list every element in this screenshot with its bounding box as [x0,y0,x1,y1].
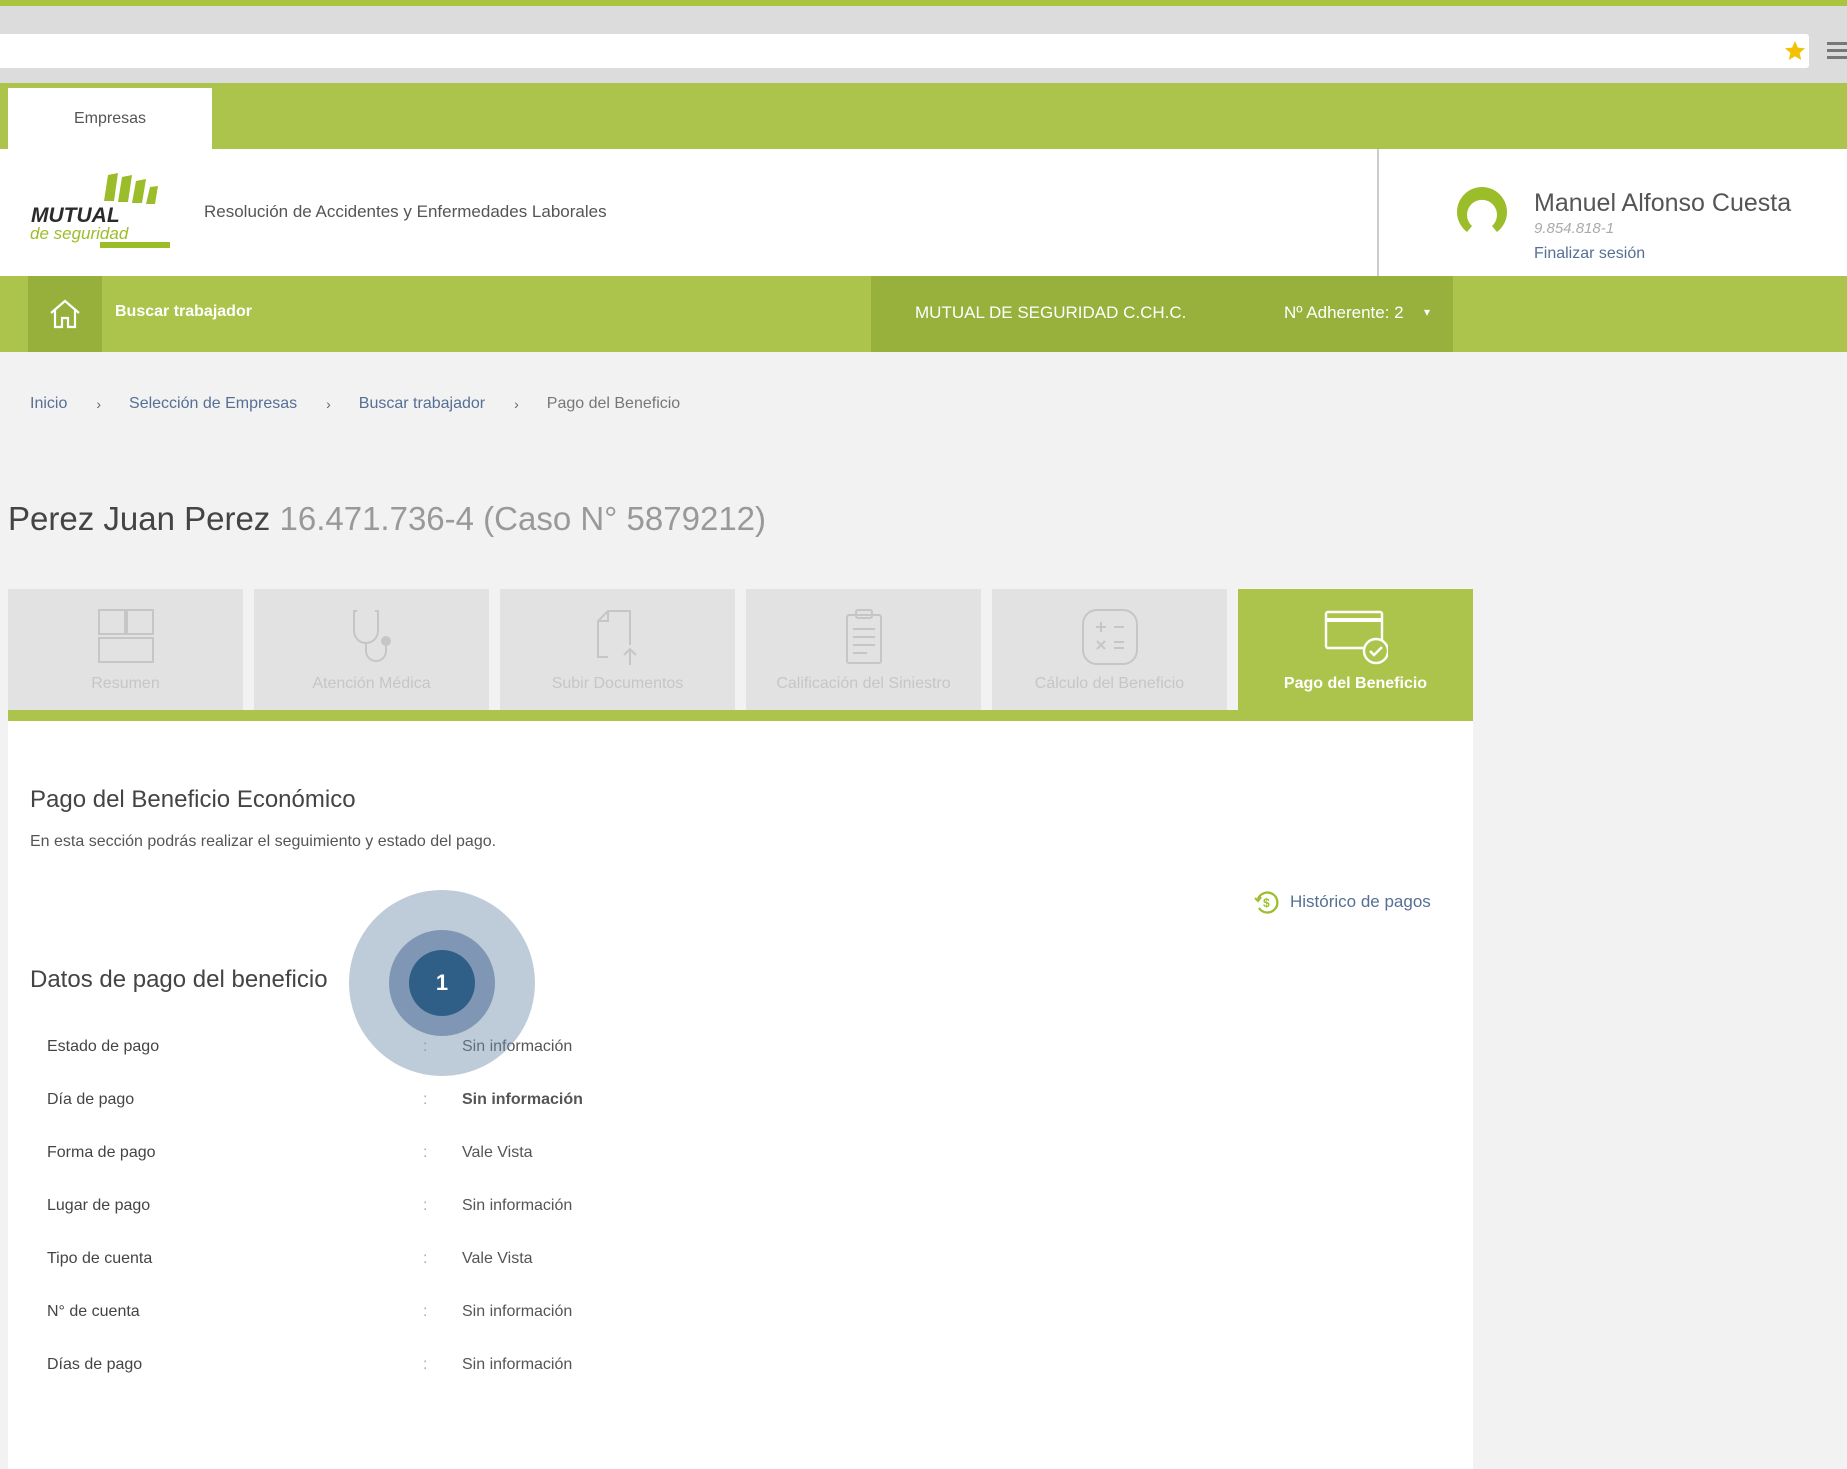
breadcrumb-separator: › [326,396,331,412]
row-key: Forma de pago [47,1144,156,1161]
main-navbar: Buscar trabajador MUTUAL DE SEGURIDAD C.… [0,276,1847,352]
table-row: Día de pago : Sin información [47,1091,747,1115]
payment-history-link[interactable]: $ Histórico de pagos [1254,889,1431,915]
step-tabs: Resumen Atención Médica Subir Documentos… [8,589,1473,721]
tab-label: Subir Documentos [551,675,684,692]
tab-atencion-medica[interactable]: Atención Médica [254,589,489,710]
table-row: Forma de pago : Vale Vista [47,1144,747,1168]
stethoscope-icon [352,610,391,662]
row-colon: : [423,1303,428,1320]
worker-details: 16.471.736-4 (Caso N° 5879212) [279,500,767,537]
breadcrumb: Inicio › Selección de Empresas › Buscar … [30,395,680,413]
row-key: N° de cuenta [47,1303,140,1320]
row-colon: : [423,1091,428,1108]
section-description: En esta sección podrás realizar el segui… [30,833,497,850]
calculator-icon [1081,609,1138,665]
document-upload-icon [596,610,637,665]
page-title: Perez Juan Perez 16.471.736-4 (Caso N° 5… [8,500,766,538]
dollar-history-icon: $ [1254,891,1279,914]
svg-text:$: $ [1263,896,1270,910]
tab-label: Resumen [91,675,160,692]
header-divider [1377,149,1379,276]
breadcrumb-inicio[interactable]: Inicio [30,395,67,413]
tabs-underline [8,710,1473,721]
address-bar[interactable] [0,34,1809,68]
row-value: Sin información [462,1091,583,1108]
browser-toolbar [0,6,1847,83]
app-title: Resolución de Accidentes y Enfermedades … [204,202,607,221]
app-header: MUTUAL de seguridad Resolución de Accide… [0,149,1847,276]
tab-pago-beneficio[interactable]: Pago del Beneficio [1238,589,1473,721]
tutorial-hotspot-marker[interactable]: 1 [409,950,475,1016]
row-colon: : [423,1250,428,1267]
tab-calculo-beneficio[interactable]: Cálculo del Beneficio [992,589,1227,710]
home-button[interactable] [28,276,102,352]
worker-name: Perez Juan Perez [8,500,271,537]
logout-link[interactable]: Finalizar sesión [1534,245,1645,263]
row-colon: : [423,1356,428,1373]
row-colon: : [423,1144,428,1161]
breadcrumb-current: Pago del Beneficio [546,395,681,412]
tab-subir-documentos[interactable]: Subir Documentos [500,589,735,710]
card-payment-icon [1324,610,1388,665]
tab-resumen[interactable]: Resumen [8,589,243,710]
table-row: N° de cuenta : Sin información [47,1303,747,1327]
top-tabs-band [0,83,1847,149]
clipboard-icon [845,609,882,664]
breadcrumb-buscar-trabajador[interactable]: Buscar trabajador [359,395,485,413]
table-row: Tipo de cuenta : Vale Vista [47,1250,747,1274]
home-icon [50,299,80,329]
nav-search-worker[interactable]: Buscar trabajador [115,303,252,321]
row-key: Día de pago [47,1091,135,1108]
tab-label: Atención Médica [312,675,431,692]
hamburger-menu-icon[interactable] [1827,42,1847,60]
row-value: Vale Vista [462,1250,533,1267]
user-rut: 9.854.818-1 [1534,220,1615,237]
row-colon: : [423,1197,428,1214]
section-title: Pago del Beneficio Económico [30,786,356,813]
row-value: Sin información [462,1303,573,1320]
adherente-dropdown[interactable]: Nº Adherente: 2 [1284,303,1404,323]
row-key: Tipo de cuenta [47,1250,153,1267]
tab-label: Cálculo del Beneficio [1034,675,1185,692]
row-key: Días de pago [47,1356,143,1373]
breadcrumb-seleccion-empresas[interactable]: Selección de Empresas [129,395,297,413]
row-value: Sin información [462,1197,573,1214]
company-selector[interactable]: MUTUAL DE SEGURIDAD C.CH.C. Nº Adherente… [871,276,1453,352]
row-value: Vale Vista [462,1144,533,1161]
chevron-down-icon[interactable]: ▾ [1424,305,1430,319]
tab-label: Pago del Beneficio [1283,675,1428,692]
row-key: Lugar de pago [47,1197,151,1214]
tab-empresas[interactable]: Empresas [8,88,212,150]
star-icon[interactable] [1783,39,1807,63]
payment-data-title: Datos de pago del beneficio [30,966,328,993]
row-key: Estado de pago [47,1038,160,1055]
company-name: MUTUAL DE SEGURIDAD C.CH.C. [915,303,1187,322]
table-row: Días de pago : Sin información [47,1356,747,1380]
user-avatar-icon [1457,187,1507,232]
tab-label: Calificación del Siniestro [776,675,951,692]
table-row: Lugar de pago : Sin información [47,1197,747,1221]
tab-calificacion-siniestro[interactable]: Calificación del Siniestro [746,589,981,710]
grid-layout-icon [97,609,154,663]
payment-history-label: Histórico de pagos [1290,892,1431,911]
mutual-de-seguridad-logo: MUTUAL de seguridad [30,173,170,248]
user-name: Manuel Alfonso Cuesta [1534,189,1792,217]
svg-text:de seguridad: de seguridad [30,224,129,243]
breadcrumb-separator: › [96,396,102,412]
row-value: Sin información [462,1356,573,1373]
breadcrumb-separator: › [514,396,519,412]
